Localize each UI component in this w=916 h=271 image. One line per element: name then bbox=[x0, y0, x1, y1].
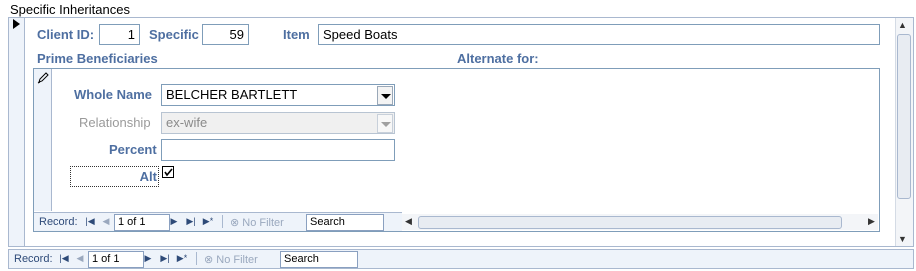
item-label: Item bbox=[283, 27, 310, 42]
scroll-down-icon[interactable]: ▼ bbox=[898, 234, 907, 244]
scroll-up-icon[interactable]: ▲ bbox=[898, 20, 907, 30]
form-title: Specific Inheritances bbox=[10, 2, 130, 17]
chevron-down-icon bbox=[381, 94, 391, 99]
subform-record-label: Record: bbox=[39, 216, 78, 228]
relationship-value: ex-wife bbox=[166, 115, 208, 130]
filter-icon: ⊗ bbox=[230, 217, 240, 229]
main-record-position[interactable]: 1 of 1 bbox=[88, 251, 144, 268]
specific-label: Specific bbox=[149, 27, 199, 42]
relationship-dropdown-button[interactable] bbox=[377, 114, 393, 133]
previous-record-icon[interactable]: ◀ bbox=[100, 215, 112, 227]
filter-icon: ⊗ bbox=[204, 254, 214, 266]
form-vertical-scroll-thumb[interactable] bbox=[897, 34, 911, 199]
pencil-icon bbox=[37, 72, 49, 84]
next-record-icon[interactable]: ▶ bbox=[168, 215, 180, 227]
first-record-icon[interactable]: |◀ bbox=[58, 252, 70, 264]
client-id-field[interactable]: 1 bbox=[99, 24, 140, 45]
subform-horizontal-scroll-thumb[interactable] bbox=[418, 216, 842, 229]
prime-beneficiaries-label: Prime Beneficiaries bbox=[37, 51, 158, 66]
scroll-right-icon[interactable]: ▶ bbox=[868, 216, 875, 227]
subform-navigation-bar: Record: |◀ ◀ 1 of 1 ▶ ▶| ▶* ⊗ No Filter … bbox=[34, 212, 402, 231]
previous-record-icon[interactable]: ◀ bbox=[74, 252, 86, 264]
main-search-box[interactable]: Search bbox=[280, 251, 358, 268]
subform-record-position[interactable]: 1 of 1 bbox=[114, 214, 170, 231]
percent-label: Percent bbox=[109, 142, 157, 157]
whole-name-value: BELCHER BARTLETT bbox=[166, 87, 298, 102]
relationship-label: Relationship bbox=[79, 115, 151, 130]
alt-checkbox[interactable] bbox=[162, 166, 174, 178]
last-record-icon[interactable]: ▶| bbox=[159, 252, 171, 264]
alt-label-box: Alt bbox=[70, 166, 159, 187]
checkmark-icon bbox=[164, 168, 173, 177]
subform-search-box[interactable]: Search bbox=[306, 214, 384, 231]
specific-field[interactable]: 59 bbox=[202, 24, 249, 45]
scroll-left-icon[interactable]: ◀ bbox=[405, 216, 412, 227]
subform-record-selector[interactable] bbox=[34, 69, 52, 211]
percent-field[interactable] bbox=[161, 139, 395, 161]
main-filter-button[interactable]: ⊗ No Filter bbox=[204, 253, 258, 266]
alt-label: Alt bbox=[139, 169, 157, 184]
chevron-down-icon bbox=[381, 122, 391, 127]
client-id-label: Client ID: bbox=[37, 27, 95, 42]
first-record-icon[interactable]: |◀ bbox=[84, 215, 96, 227]
whole-name-dropdown-button[interactable] bbox=[377, 86, 393, 105]
main-navigation-bar: Record: |◀ ◀ 1 of 1 ▶ ▶| ▶* ⊗ No Filter … bbox=[8, 249, 914, 269]
whole-name-combo[interactable]: BELCHER BARTLETT bbox=[161, 84, 395, 106]
item-field[interactable]: Speed Boats bbox=[318, 24, 880, 45]
record-selector[interactable] bbox=[9, 18, 25, 246]
main-record-label: Record: bbox=[14, 253, 53, 265]
new-record-icon[interactable]: ▶* bbox=[176, 252, 188, 264]
next-record-icon[interactable]: ▶ bbox=[142, 252, 154, 264]
last-record-icon[interactable]: ▶| bbox=[185, 215, 197, 227]
current-record-triangle-icon bbox=[13, 19, 20, 29]
whole-name-label: Whole Name bbox=[74, 87, 153, 102]
new-record-icon[interactable]: ▶* bbox=[202, 215, 214, 227]
subform-filter-button[interactable]: ⊗ No Filter bbox=[230, 216, 284, 229]
alternate-for-label: Alternate for: bbox=[457, 51, 539, 66]
relationship-combo[interactable]: ex-wife bbox=[161, 112, 395, 134]
